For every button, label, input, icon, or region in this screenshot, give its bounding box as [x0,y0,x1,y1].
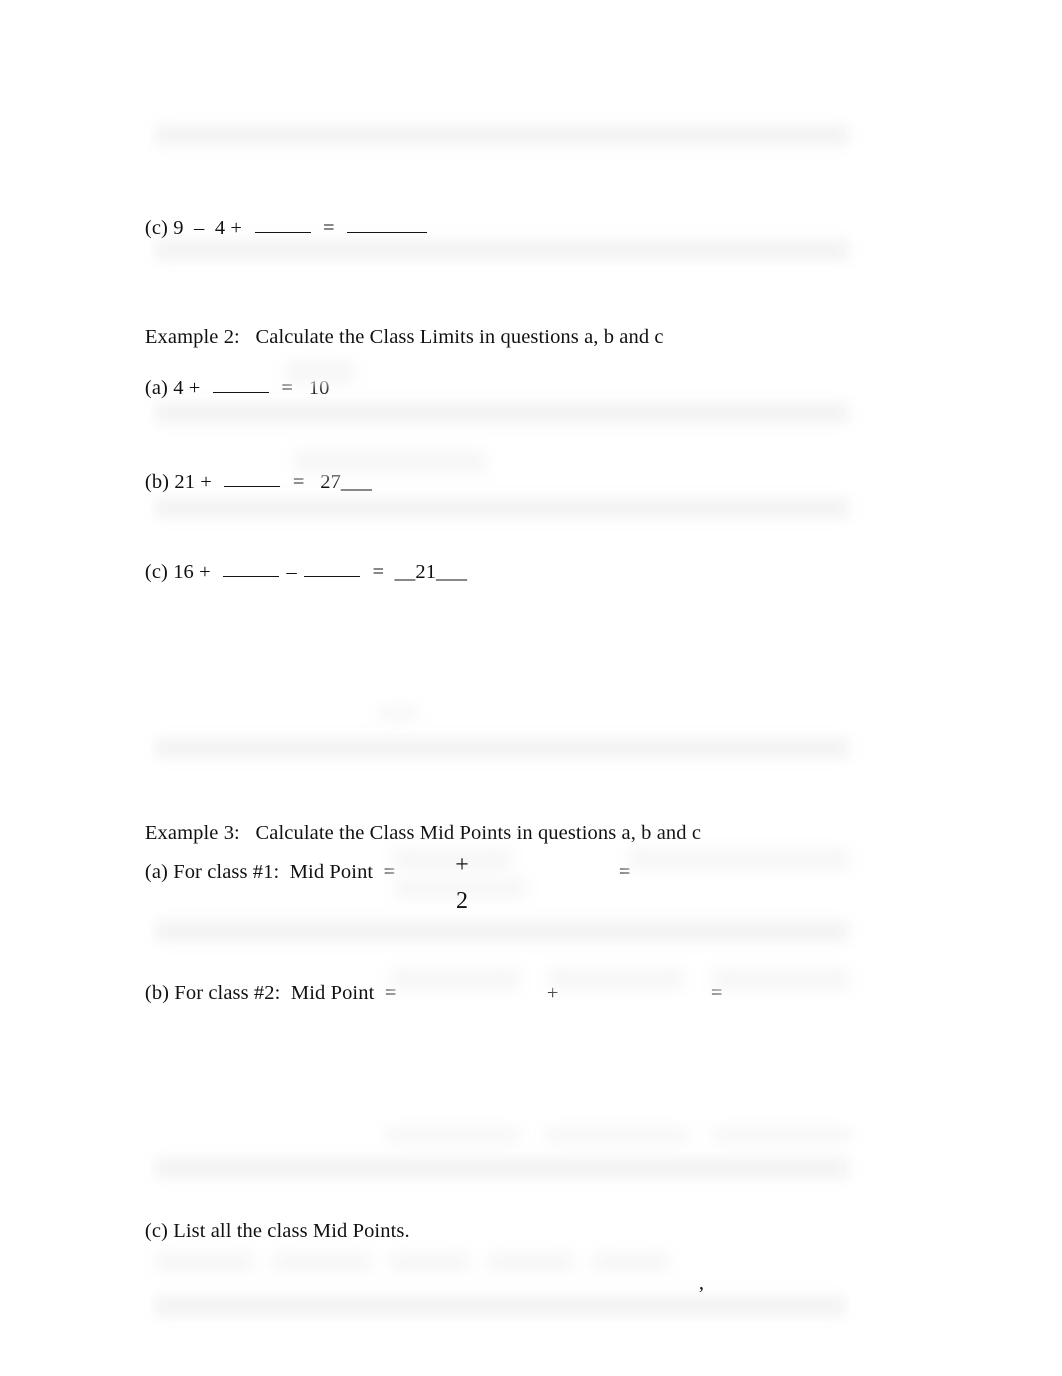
q1c-blank-answer[interactable] [347,214,428,234]
redacted-band-after-ex3b [155,1157,849,1179]
q1c-plus-sign: + [230,216,243,239]
ex2c-blank-2[interactable] [304,558,361,578]
q1c-operand1: 9 [173,216,184,239]
example-2b: (b) 21 + = 27___ [124,444,372,518]
ex3a-denominator-value: 2 [456,888,468,914]
example-3c: (c) List all the class Mid Points. [124,1196,410,1267]
q1c-blank-1[interactable] [254,214,311,234]
q1c-minus-sign: – [194,216,205,239]
document-page: (c) 9 – 4 + = Example 2: Calculate the C… [0,0,1062,1376]
ex3b-plus-wrap: + [526,958,559,1029]
q1c-equals: = [323,216,335,239]
ex2c-blank-1[interactable] [223,558,280,578]
ex2a-label: (a) [144,376,168,399]
ex2b-operand1: 21 [174,470,196,493]
ex3c-label: (c) [144,1219,168,1242]
redacted-band-after-midpoint-list [155,1295,845,1317]
redacted-workrow-segment-3 [712,1127,852,1143]
ex3a-equals-1: = [383,860,396,883]
ex2b-label: (b) [144,470,170,493]
ex3a-label: (a) [144,860,168,883]
ex2c-label: (c) [144,560,168,583]
ex2c-plus-sign: + [199,560,211,583]
redacted-band-midpage [155,737,849,759]
ex3b-equals-2: = [710,981,723,1004]
redacted-band-after-ex3a [155,920,849,942]
redacted-workrow-segment-2 [545,1127,690,1143]
ex2b-blank-1[interactable] [224,468,281,488]
midpoint-list-comma: , [698,1271,705,1294]
ex2b-answer: 27___ [320,470,372,493]
ex3a-plus-sign: + [455,852,469,878]
ex2a-plus-sign: + [188,376,201,399]
example-3b: (b) For class #2: Mid Point = [124,958,397,1029]
ex3a-equals-2-wrap: = [598,837,631,908]
ex3a-fraction-denominator: 2 [448,888,476,915]
redacted-ex3b-result [712,968,850,990]
redacted-band-top [155,124,849,146]
redacted-workrow-segment-1 [385,1127,520,1143]
ex3b-equals-2-wrap: = [690,958,723,1029]
ex2a-equals: = [281,376,294,399]
ex2c-answer: __21___ [394,560,468,583]
redacted-midpoint-value-5 [592,1252,670,1272]
ex2b-plus-sign: + [200,470,212,493]
ex2a-answer: 10 [308,376,330,399]
ex3b-plus-sign: + [546,981,559,1004]
ex3a-fraction-plus: + [448,852,476,879]
midpoint-list-separator: , [678,1248,704,1319]
ex3b-equals-1: = [384,981,397,1004]
example-3a: (a) For class #1: Mid Point = [124,837,395,908]
q1c-operand2: 4 [214,216,226,239]
ex2b-equals: = [292,470,305,493]
redacted-ex3b-term-2 [548,968,684,990]
ex2c-equals: = [372,560,385,583]
ex2c-operand1: 16 [173,560,194,583]
ex3b-text: For class #2: Mid Point [174,981,375,1004]
ex3a-text: For class #1: Mid Point [173,860,374,883]
q1c-label: (c) [144,216,168,239]
question-1c: (c) 9 – 4 + = [124,190,429,264]
ex3b-label: (b) [144,981,170,1004]
example-2a: (a) 4 + = 10 [124,350,329,424]
example-2c: (c) 16 + – = __21___ [124,534,467,608]
ex2a-blank-1[interactable] [212,374,269,394]
example-4-heading: Example 4: Use one Class Limit to calcul… [124,1356,883,1376]
example-2-title: Example 2: [144,325,240,348]
ex3a-equals-2: = [618,860,631,883]
redacted-ex3b-term-1 [390,968,520,990]
ex3c-text: List all the class Mid Points. [173,1219,410,1242]
ex2c-minus-sign: – [286,560,297,583]
redacted-midpoint-value-4 [487,1252,575,1272]
example-2-prompt: Calculate the Class Limits in questions … [255,325,664,348]
redacted-stray-mark [378,706,418,720]
ex2a-operand1: 4 [173,376,184,399]
